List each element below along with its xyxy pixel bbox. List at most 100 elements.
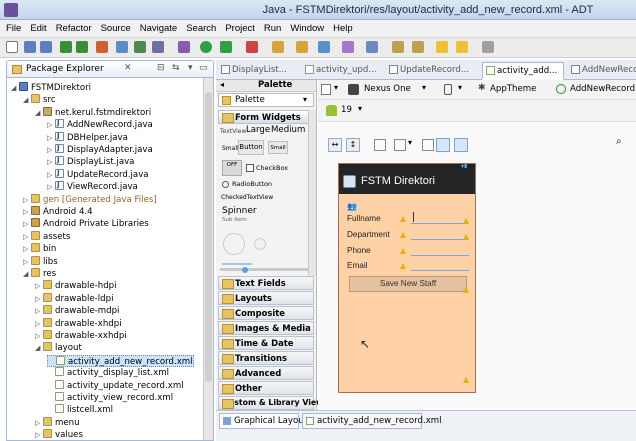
textview-medium[interactable]: Medium bbox=[271, 125, 305, 135]
back-icon[interactable] bbox=[436, 41, 448, 53]
input-phone[interactable] bbox=[411, 244, 469, 256]
textview-large[interactable]: Large bbox=[246, 125, 270, 135]
tree-item[interactable]: listcell.xml bbox=[47, 404, 113, 416]
fill-width-icon[interactable]: ↔ bbox=[328, 138, 342, 152]
tree-item[interactable]: activity_add_new_record.xml bbox=[47, 354, 194, 367]
menu-edit[interactable]: Edit bbox=[30, 23, 46, 34]
collapse-arrow-icon[interactable]: ▷ bbox=[35, 330, 43, 342]
toggle-icon[interactable] bbox=[152, 41, 164, 53]
link-editor-icon[interactable]: ⇆ bbox=[172, 63, 180, 73]
save-all-icon[interactable] bbox=[40, 41, 52, 53]
activity-selector[interactable]: AddNewRecord bbox=[570, 84, 635, 94]
new-icon[interactable] bbox=[6, 41, 18, 53]
pin-icon[interactable] bbox=[482, 41, 494, 53]
tree-item[interactable]: ▷ drawable-xxhdpi bbox=[35, 330, 127, 342]
run-config-icon[interactable] bbox=[220, 41, 232, 53]
collapse-arrow-icon[interactable]: ▷ bbox=[35, 417, 43, 429]
margins-icon[interactable] bbox=[374, 139, 386, 151]
tree-scrollbar[interactable] bbox=[203, 78, 213, 440]
menu-help[interactable]: Help bbox=[333, 23, 353, 34]
device-selector[interactable]: Nexus One bbox=[364, 84, 411, 94]
collapse-left-icon[interactable]: ◂ bbox=[220, 80, 224, 89]
section-transitions[interactable]: Transitions bbox=[218, 351, 314, 365]
tree-item[interactable]: activity_display_list.xml bbox=[47, 367, 169, 379]
zoom-actual-icon[interactable] bbox=[454, 138, 468, 152]
expand-arrow-icon[interactable]: ◢ bbox=[23, 94, 31, 106]
tree-item[interactable]: ▷ drawable-hdpi bbox=[35, 280, 117, 292]
widget-radiobutton[interactable]: RadioButton bbox=[232, 180, 272, 188]
progress-medium-icon[interactable] bbox=[254, 238, 266, 250]
tree-item[interactable]: ▷ values bbox=[35, 429, 83, 440]
collapse-arrow-icon[interactable]: ▷ bbox=[23, 218, 31, 230]
tree-item[interactable]: ▷ drawable-xhdpi bbox=[35, 317, 122, 330]
distribute-icon[interactable] bbox=[422, 139, 434, 151]
pen-icon[interactable] bbox=[342, 41, 354, 53]
fill-height-icon[interactable]: ↕ bbox=[346, 138, 360, 152]
tree-item[interactable]: ▷ assets bbox=[23, 230, 70, 243]
chevron-down-icon[interactable]: ▾ bbox=[422, 83, 426, 92]
collapse-arrow-icon[interactable]: ▷ bbox=[47, 132, 55, 144]
debug-icon[interactable] bbox=[178, 41, 190, 53]
menu-project[interactable]: Project bbox=[225, 23, 255, 34]
tree-item[interactable]: ◢ layout bbox=[35, 342, 82, 354]
collapse-arrow-icon[interactable]: ▷ bbox=[23, 256, 31, 268]
tree-item[interactable]: ▷ Android Private Libraries bbox=[23, 218, 149, 230]
tree-item[interactable]: ▷ ViewRecord.java bbox=[47, 179, 138, 193]
new-android-project-icon[interactable] bbox=[96, 41, 108, 53]
collapse-arrow-icon[interactable]: ▷ bbox=[47, 119, 55, 131]
tree-item[interactable]: ▷ bin bbox=[23, 243, 56, 255]
tree-item[interactable]: ◢ net.kerul.fstmdirektori bbox=[35, 106, 151, 119]
collapse-arrow-icon[interactable]: ▷ bbox=[23, 243, 31, 255]
tree-item[interactable]: ◢ FSTMDirektori bbox=[11, 82, 91, 94]
external-tools-icon[interactable] bbox=[246, 41, 258, 53]
input-fullname[interactable] bbox=[411, 212, 469, 224]
tree-item[interactable]: activity_update_record.xml bbox=[47, 379, 184, 392]
menu-search[interactable]: Search bbox=[186, 23, 216, 34]
section-layouts[interactable]: Layouts bbox=[218, 291, 314, 305]
tree-item[interactable]: ▷ Android 4.4 bbox=[23, 206, 93, 218]
android-sdk-icon[interactable] bbox=[60, 41, 72, 53]
chevron-down-icon[interactable]: ▾ bbox=[358, 104, 362, 113]
chevron-down-icon[interactable]: ▾ bbox=[458, 83, 462, 92]
open-type-icon[interactable] bbox=[272, 41, 284, 53]
section-other[interactable]: Other bbox=[218, 381, 314, 395]
prev-annotation-icon[interactable] bbox=[412, 41, 424, 53]
collapse-all-icon[interactable]: ⊟ bbox=[157, 63, 165, 73]
section-form-widgets[interactable]: Form Widgets bbox=[218, 110, 314, 124]
collapse-arrow-icon[interactable]: ▷ bbox=[35, 318, 43, 330]
section-time-date[interactable]: Time & Date bbox=[218, 336, 314, 350]
expand-arrow-icon[interactable]: ◢ bbox=[35, 342, 43, 354]
menu-file[interactable]: File bbox=[6, 23, 21, 34]
annotation-icon[interactable] bbox=[366, 41, 378, 53]
collapse-arrow-icon[interactable]: ▷ bbox=[47, 181, 55, 193]
collapse-arrow-icon[interactable]: ▷ bbox=[35, 293, 43, 305]
tree-item[interactable]: ▷ gen [Generated Java Files] bbox=[23, 193, 157, 206]
api-level-selector[interactable]: 19 bbox=[341, 105, 352, 115]
widget-button[interactable]: Button bbox=[238, 140, 264, 155]
collapse-arrow-icon[interactable]: ▷ bbox=[23, 194, 31, 206]
tree-item[interactable]: ◢ src bbox=[23, 94, 56, 106]
menu-window[interactable]: Window bbox=[290, 23, 324, 34]
palette-scrollbar[interactable] bbox=[308, 110, 316, 276]
expand-arrow-icon[interactable]: ◢ bbox=[23, 268, 31, 280]
tree-item[interactable]: ▷ libs bbox=[23, 255, 58, 268]
tab-graphical-layout[interactable]: Graphical Layout bbox=[219, 413, 307, 429]
collapse-arrow-icon[interactable]: ▷ bbox=[35, 280, 43, 292]
tab-xml-source[interactable]: activity_add_new_record.xml bbox=[302, 413, 442, 429]
widget-spinner[interactable]: Spinner bbox=[222, 206, 257, 216]
orientation-icon[interactable] bbox=[444, 84, 452, 95]
tree-item[interactable]: ▷ UpdateRecord.java bbox=[47, 167, 149, 181]
menu-source[interactable]: Source bbox=[101, 23, 131, 34]
zoom-icon[interactable]: ⌕ bbox=[616, 136, 622, 147]
section-custom-library[interactable]: Custom & Library Views bbox=[218, 396, 328, 410]
collapse-arrow-icon[interactable]: ▷ bbox=[47, 144, 55, 156]
chevron-down-icon[interactable]: ▾ bbox=[408, 138, 412, 147]
section-composite[interactable]: Composite bbox=[218, 306, 314, 320]
collapse-arrow-icon[interactable]: ▷ bbox=[47, 169, 55, 181]
widget-small-button[interactable]: Small bbox=[268, 141, 288, 154]
checkbox-icon[interactable] bbox=[134, 41, 146, 53]
theme-selector[interactable]: AppTheme bbox=[490, 84, 536, 94]
tree-item[interactable]: ▷ drawable-ldpi bbox=[35, 292, 113, 305]
tree-item[interactable]: ◢ res bbox=[23, 268, 56, 280]
open-task-icon[interactable] bbox=[296, 41, 308, 53]
